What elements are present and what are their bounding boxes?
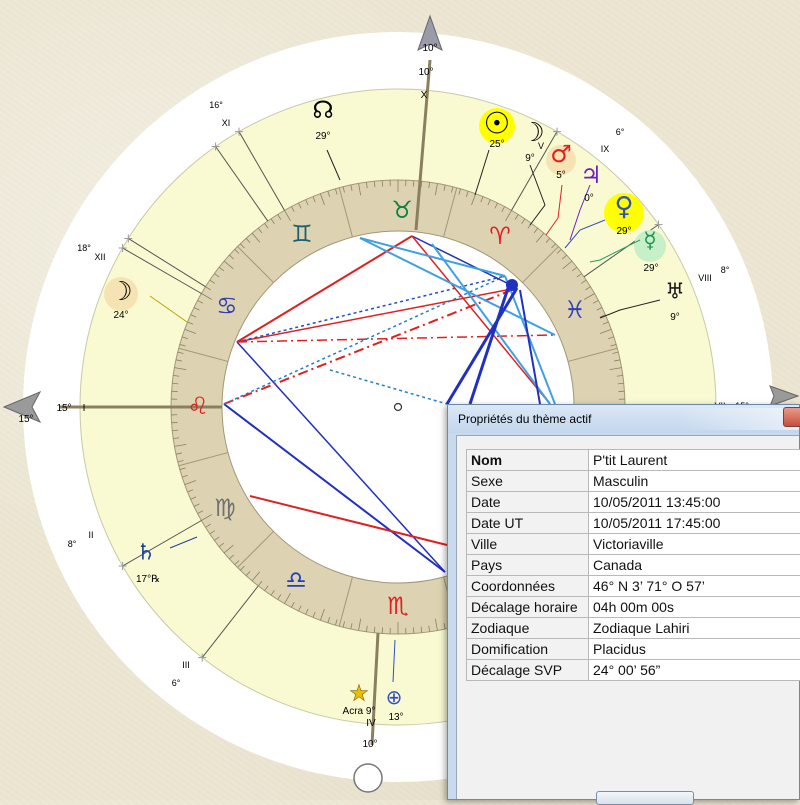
uranus-icon: ♅ xyxy=(665,280,685,305)
table-row: Coordonnées46° N 3’ 71° O 57’ xyxy=(467,576,800,597)
svg-text:5°: 5° xyxy=(556,170,566,181)
ic-circle-icon xyxy=(354,764,382,792)
svg-text:9°: 9° xyxy=(525,153,535,164)
gemini-icon: ♊ xyxy=(291,220,313,248)
asc-roman: I xyxy=(83,403,86,414)
house-12-deg: 18° xyxy=(77,243,91,253)
svg-text:24°: 24° xyxy=(113,310,128,321)
table-row: SexeMasculin xyxy=(467,471,800,492)
house-9-deg: 6° xyxy=(616,127,625,137)
taurus-icon: ♉ xyxy=(391,196,413,224)
table-row: Décalage SVP24° 00’ 56” xyxy=(467,660,800,681)
house-2-roman: II xyxy=(88,530,93,540)
property-value: 04h 00m 00s xyxy=(589,597,800,618)
table-row: DomificationPlacidus xyxy=(467,639,800,660)
mercury-icon: ☿ xyxy=(643,229,657,254)
property-key: Décalage SVP xyxy=(467,660,589,681)
property-key: Domification xyxy=(467,639,589,660)
mc-deg: 10° xyxy=(418,67,433,78)
property-value: P'tit Laurent xyxy=(589,450,800,471)
ic-roman: IV xyxy=(366,718,376,729)
earth-icon: ⊕ xyxy=(386,685,403,709)
svg-text:29°: 29° xyxy=(315,131,330,142)
table-row: VilleVictoriaville xyxy=(467,534,800,555)
pisces-icon: ♓ xyxy=(564,296,586,324)
property-value: 10/05/2011 17:45:00 xyxy=(589,513,800,534)
cancer-icon: ♋ xyxy=(216,292,238,320)
table-row: ZodiaqueZodiaque Lahiri xyxy=(467,618,800,639)
aries-icon: ♈ xyxy=(489,222,511,250)
property-value: Canada xyxy=(589,555,800,576)
asc-deg: 15° xyxy=(56,403,71,414)
north-node-icon: ☊ xyxy=(312,96,333,124)
acra-star-icon: ★ xyxy=(349,682,369,707)
house-5-roman: V xyxy=(538,141,544,151)
leo-icon: ♌ xyxy=(187,392,209,420)
dialog-titlebar[interactable]: Propriétés du thème actif xyxy=(448,405,799,433)
mars-icon: ♂ xyxy=(550,140,572,168)
svg-text:29°: 29° xyxy=(643,263,658,274)
ic-deg: 10° xyxy=(362,739,377,750)
svg-text:Acra 9°: Acra 9° xyxy=(343,706,376,717)
mc-roman: X xyxy=(421,90,428,101)
svg-text:29°: 29° xyxy=(616,226,631,237)
jupiter-icon: ♃ xyxy=(580,161,602,189)
table-row: Décalage horaire04h 00m 00s xyxy=(467,597,800,618)
property-key: Ville xyxy=(467,534,589,555)
property-value: Placidus xyxy=(589,639,800,660)
svg-text:25°: 25° xyxy=(489,139,504,150)
saturn-icon: ♄ xyxy=(136,541,156,566)
property-value: Zodiaque Lahiri xyxy=(589,618,800,639)
house-12-roman: XII xyxy=(94,252,105,262)
ok-button[interactable] xyxy=(596,791,694,805)
chart-center xyxy=(395,404,402,411)
moon-icon: ☽ xyxy=(109,277,132,307)
venus-icon: ♀ xyxy=(614,192,633,222)
property-value: Victoriaville xyxy=(589,534,800,555)
property-key: Sexe xyxy=(467,471,589,492)
house-9-roman: IX xyxy=(601,144,610,154)
svg-text:0°: 0° xyxy=(584,193,594,204)
property-key: Date xyxy=(467,492,589,513)
house-11-deg: 16° xyxy=(209,100,223,110)
properties-table: NomP'tit LaurentSexeMasculinDate10/05/20… xyxy=(466,449,800,681)
svg-text:13°: 13° xyxy=(388,712,403,723)
property-key: Décalage horaire xyxy=(467,597,589,618)
sun-icon: ☉ xyxy=(484,107,511,142)
house-8-roman: VIII xyxy=(698,273,712,283)
svg-text:9°: 9° xyxy=(670,312,680,323)
table-row: NomP'tit Laurent xyxy=(467,450,800,471)
property-key: Nom xyxy=(467,450,589,471)
libra-icon: ♎ xyxy=(285,566,307,594)
virgo-icon: ♍ xyxy=(214,494,236,522)
table-row: Date UT10/05/2011 17:45:00 xyxy=(467,513,800,534)
aspect-focus-dot xyxy=(506,279,518,291)
house-8-deg: 8° xyxy=(721,265,730,275)
property-key: Coordonnées xyxy=(467,576,589,597)
house-3-roman: III xyxy=(182,660,190,670)
property-key: Pays xyxy=(467,555,589,576)
mc-top-deg: 10° xyxy=(422,43,437,54)
asc-deg-small: 15° xyxy=(18,414,33,425)
house-11-roman: XI xyxy=(222,118,231,128)
dialog-title: Propriétés du thème actif xyxy=(458,412,591,426)
property-value: 24° 00’ 56” xyxy=(589,660,800,681)
house-3-deg: 6° xyxy=(172,678,181,688)
svg-text:17°℞: 17°℞ xyxy=(136,574,160,585)
house-2-deg: 8° xyxy=(68,539,77,549)
table-row: PaysCanada xyxy=(467,555,800,576)
close-icon[interactable] xyxy=(783,407,800,427)
property-value: 10/05/2011 13:45:00 xyxy=(589,492,800,513)
properties-dialog[interactable]: Propriétés du thème actif NomP'tit Laure… xyxy=(447,404,800,800)
property-key: Zodiaque xyxy=(467,618,589,639)
property-value: Masculin xyxy=(589,471,800,492)
table-row: Date10/05/2011 13:45:00 xyxy=(467,492,800,513)
property-key: Date UT xyxy=(467,513,589,534)
property-value: 46° N 3’ 71° O 57’ xyxy=(589,576,800,597)
desc-arrow-icon xyxy=(770,386,798,406)
scorpio-icon: ♏ xyxy=(387,592,409,620)
